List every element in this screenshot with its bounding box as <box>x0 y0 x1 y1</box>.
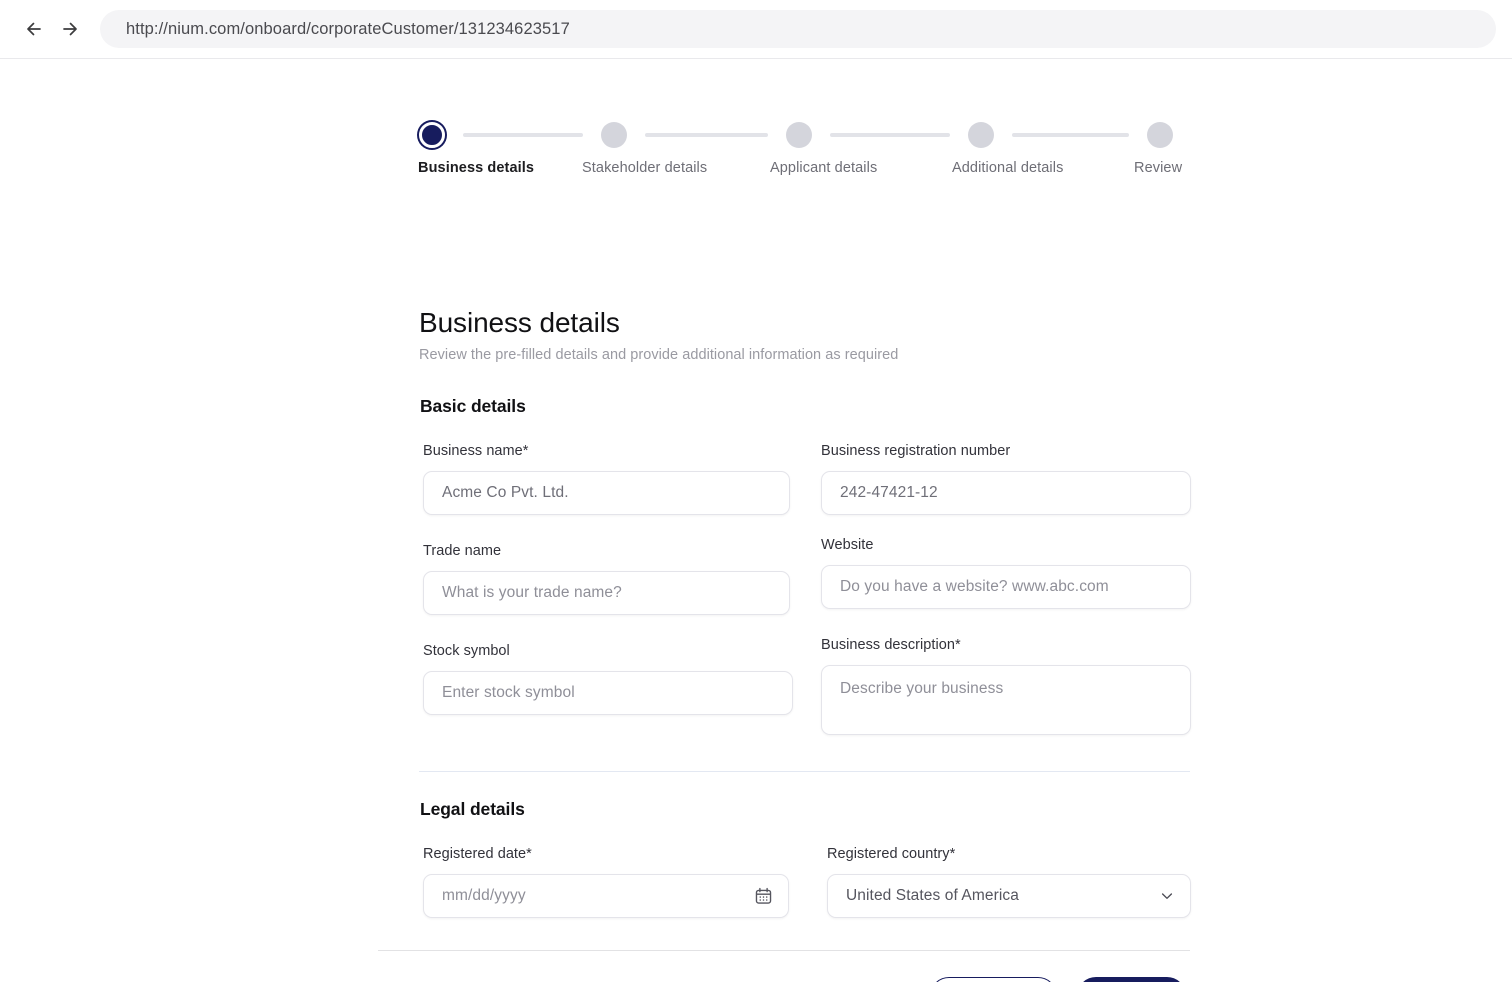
registered-date-input[interactable] <box>423 874 789 918</box>
field-label: Website <box>821 537 1191 553</box>
step-marker-row <box>419 122 583 148</box>
page-canvas: Business details Stakeholder details App… <box>0 59 1512 982</box>
step-marker-row <box>786 122 950 148</box>
field-label: Trade name <box>423 543 790 559</box>
field-label: Business registration number <box>821 443 1191 459</box>
field-business-description: Business description* <box>821 637 1191 740</box>
step-connector <box>1012 133 1129 137</box>
field-label: Registered country* <box>827 846 1191 862</box>
step-review[interactable]: Review <box>1147 122 1182 176</box>
step-label: Business details <box>418 160 534 176</box>
stock-symbol-input[interactable] <box>423 671 793 715</box>
page-title: Business details <box>419 307 1191 339</box>
chevron-down-icon[interactable] <box>1159 888 1175 904</box>
footer-divider <box>378 950 1190 951</box>
field-business-name: Business name* <box>423 443 790 515</box>
step-label: Review <box>1134 160 1182 176</box>
field-label: Business name* <box>423 443 790 459</box>
field-business-registration-number: Business registration number <box>821 443 1191 515</box>
step-stakeholder-details[interactable]: Stakeholder details <box>601 122 768 176</box>
browser-forward-button[interactable] <box>52 11 88 47</box>
browser-toolbar: http://nium.com/onboard/corporateCustome… <box>0 0 1512 59</box>
step-business-details[interactable]: Business details <box>419 122 583 176</box>
step-dot-active <box>419 122 445 148</box>
input-wrap <box>827 874 1191 918</box>
business-registration-number-input[interactable] <box>821 471 1191 515</box>
section-title-basic-details: Basic details <box>420 396 1191 417</box>
field-stock-symbol: Stock symbol <box>423 637 793 715</box>
form-row-1: Business name* Business registration num… <box>423 443 1191 515</box>
input-wrap <box>423 571 790 615</box>
footer-actions: Save draft Next <box>419 977 1186 982</box>
input-wrap <box>821 565 1191 609</box>
form-row-2: Trade name Website <box>423 537 1191 615</box>
url-bar[interactable]: http://nium.com/onboard/corporateCustome… <box>100 10 1496 48</box>
page-subtitle: Review the pre-filled details and provid… <box>419 347 1191 363</box>
business-name-input[interactable] <box>423 471 790 515</box>
page-header: Business details Review the pre-filled d… <box>419 307 1191 363</box>
step-dot <box>1147 122 1173 148</box>
step-connector <box>830 133 950 137</box>
input-wrap <box>423 671 793 715</box>
trade-name-input[interactable] <box>423 571 790 615</box>
onboarding-form: Business details Stakeholder details App… <box>419 122 1191 982</box>
input-wrap <box>821 471 1191 515</box>
step-applicant-details[interactable]: Applicant details <box>786 122 950 176</box>
field-trade-name: Trade name <box>423 537 790 615</box>
field-registered-date: Registered date* <box>423 846 789 918</box>
save-draft-button[interactable]: Save draft <box>930 977 1058 982</box>
field-label: Registered date* <box>423 846 789 862</box>
calendar-icon[interactable] <box>754 887 773 906</box>
step-label: Additional details <box>952 160 1063 176</box>
browser-back-button[interactable] <box>16 11 52 47</box>
website-input[interactable] <box>821 565 1191 609</box>
section-divider <box>419 771 1190 772</box>
step-label: Applicant details <box>770 160 877 176</box>
step-dot <box>601 122 627 148</box>
step-marker-row <box>968 122 1129 148</box>
step-connector <box>463 133 583 137</box>
section-title-legal-details: Legal details <box>420 799 1191 820</box>
registered-country-select[interactable] <box>827 874 1191 918</box>
input-wrap <box>423 874 789 918</box>
field-website: Website <box>821 537 1191 609</box>
field-label: Stock symbol <box>423 643 793 659</box>
field-label: Business description* <box>821 637 1191 653</box>
form-row-3: Stock symbol Business description* <box>423 637 1191 740</box>
step-dot <box>786 122 812 148</box>
progress-stepper: Business details Stakeholder details App… <box>419 122 1191 200</box>
field-registered-country: Registered country* <box>827 846 1191 918</box>
form-row-4: Registered date* <box>423 846 1191 918</box>
input-wrap <box>821 665 1191 740</box>
input-wrap <box>423 471 790 515</box>
step-marker-row <box>1147 122 1173 148</box>
business-description-textarea[interactable] <box>821 665 1191 735</box>
step-marker-row <box>601 122 768 148</box>
next-button[interactable]: Next <box>1077 977 1186 982</box>
step-dot <box>968 122 994 148</box>
step-label: Stakeholder details <box>582 160 707 176</box>
step-additional-details[interactable]: Additional details <box>968 122 1129 176</box>
step-connector <box>645 133 768 137</box>
